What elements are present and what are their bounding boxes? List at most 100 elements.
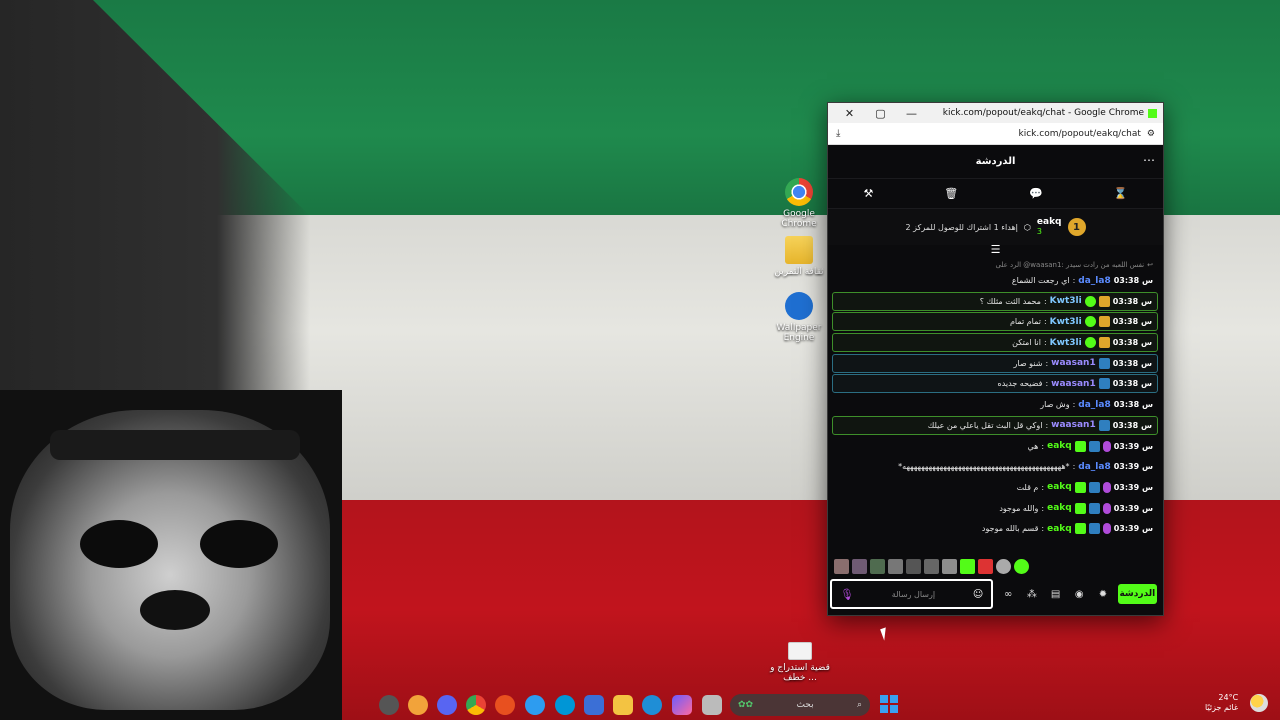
folder-icon <box>785 236 813 264</box>
file-explorer-icon[interactable] <box>613 695 633 715</box>
message-text: م قلت <box>1016 482 1039 492</box>
message-username[interactable]: waasan1 <box>1051 379 1096 389</box>
separator: : <box>1045 420 1049 430</box>
chat-message[interactable]: اوكي قل البث تقل ياعلي من عيلك: waasan1 س … <box>832 415 1158 435</box>
hp-icon[interactable] <box>555 695 575 715</box>
emote[interactable] <box>852 559 867 574</box>
chat-message[interactable]: *ههههههههههههههههههههههههههههههههههههههه… <box>832 457 1158 476</box>
moderator-badge-icon <box>1088 523 1100 535</box>
close-button[interactable]: ✕ <box>834 107 865 120</box>
chat-message[interactable]: شنو صار: waasan1 س 03:38 <box>832 353 1158 373</box>
copilot-icon[interactable] <box>672 695 692 715</box>
taskbar-app-icon[interactable] <box>379 695 399 715</box>
filter-icon[interactable]: ☰ <box>828 244 1163 257</box>
site-settings-icon[interactable]: ⚙ <box>1147 129 1155 139</box>
chat-message[interactable]: محمد الثت مثلك ؟: Kwt3li س 03:38 <box>832 291 1158 311</box>
chat-message[interactable]: وش صار: da_la8 س 03:38 <box>832 395 1158 414</box>
message-username[interactable]: Kwt3li <box>1050 296 1082 306</box>
emote[interactable] <box>888 559 903 574</box>
emote[interactable] <box>960 559 975 574</box>
message-text: تمام تمام <box>1009 317 1041 327</box>
taskbar-app-icon[interactable] <box>408 695 428 715</box>
store-icon[interactable] <box>584 695 604 715</box>
weather-icon <box>1250 694 1268 712</box>
desktop-icon-wallpaper-engine[interactable]: Wallpaper Engine <box>771 292 827 343</box>
emoji-icon[interactable]: ☺ <box>973 589 983 600</box>
message-text: اوكي قل البث تقل ياعلي من عيلك <box>927 420 1043 430</box>
message-username[interactable]: waasan1 <box>1051 420 1096 430</box>
windows-start-icon[interactable] <box>880 695 898 713</box>
chat-message[interactable]: اي رجعت الشماع: da_la8 س 03:38 <box>832 271 1158 290</box>
edge-icon[interactable] <box>642 695 662 715</box>
verified-badge-icon <box>1084 316 1096 328</box>
leaderboard-banner[interactable]: إهداء 1 اشتراك للوصول للمركز 2 ⬡ eakq 3 … <box>828 209 1163 245</box>
moderator-badge-icon <box>1088 481 1100 493</box>
chat-input-placeholder: إرسال رسالة <box>891 589 936 599</box>
message-text: هي <box>1027 441 1039 451</box>
message-username[interactable]: eakq <box>1047 482 1072 492</box>
moderator-badge-icon <box>1098 357 1110 369</box>
chrome-popup-window: ✕ ▢ — kick.com/popout/eakq/chat - Google… <box>827 102 1164 616</box>
message-username[interactable]: da_la8 <box>1078 276 1110 286</box>
emote[interactable] <box>870 559 885 574</box>
desktop-icon-document[interactable]: قضية استدراج و خطف ... <box>770 642 830 683</box>
message-username[interactable]: da_la8 <box>1078 462 1110 472</box>
trash-icon[interactable]: 🗑 <box>944 187 958 200</box>
moderator-badge-icon <box>1098 419 1110 431</box>
desktop-icon-chrome[interactable]: Google Chrome <box>771 178 827 229</box>
goal-text: إهداء 1 اشتراك للوصول للمركز 2 <box>905 222 1018 232</box>
microphone-icon[interactable]: 🎙 <box>840 588 854 601</box>
emote[interactable] <box>978 559 993 574</box>
url-text[interactable]: kick.com/popout/eakq/chat <box>1019 129 1141 139</box>
message-username[interactable]: eakq <box>1047 503 1072 513</box>
message-username[interactable]: eakq <box>1047 441 1072 451</box>
chat-message[interactable]: هي: eakq س 03:39 <box>832 437 1158 456</box>
emote[interactable] <box>942 559 957 574</box>
taskbar-search[interactable]: ✿✿ بحث ⌕ <box>730 694 870 716</box>
subscriber-badge-icon <box>1074 502 1086 514</box>
taskbar-app-icon[interactable] <box>495 695 515 715</box>
chat-message[interactable]: فضيحه جديده: waasan1 س 03:38 <box>832 374 1158 394</box>
chrome-icon[interactable] <box>466 695 486 715</box>
message-username[interactable]: Kwt3li <box>1050 317 1082 327</box>
chat-bubble-icon[interactable]: ◉ <box>1070 589 1088 600</box>
message-username[interactable]: eakq <box>1047 524 1072 534</box>
verified-badge-icon <box>1084 337 1096 349</box>
chat-message[interactable]: م قلت: eakq س 03:39 <box>832 478 1158 497</box>
chat-message[interactable]: انا امتكن: Kwt3li س 03:38 <box>832 333 1158 353</box>
chat-message[interactable]: قسم بالله موجود: eakq س 03:39 <box>832 519 1158 538</box>
chat-message[interactable]: تمام تمام: Kwt3li س 03:38 <box>832 312 1158 332</box>
send-chat-button[interactable]: الدردشة <box>1117 584 1157 604</box>
infinity-icon[interactable]: ∞ <box>999 589 1017 600</box>
gift-icon[interactable]: ▤ <box>1047 589 1065 600</box>
emote[interactable] <box>834 559 849 574</box>
chat-message[interactable]: والله موجود: eakq س 03:39 <box>832 499 1158 518</box>
taskbar-app-icon[interactable] <box>702 695 722 715</box>
taskbar-app-icon[interactable] <box>525 695 545 715</box>
emote[interactable] <box>906 559 921 574</box>
message-time: س 03:39 <box>1113 462 1153 472</box>
download-icon[interactable]: ⤓ <box>836 128 840 139</box>
settings-icon[interactable]: ✹ <box>1094 589 1112 600</box>
discord-icon[interactable] <box>437 695 457 715</box>
chat-bubble-icon[interactable]: 💬 <box>1029 187 1043 200</box>
hourglass-icon[interactable]: ⌛ <box>1114 187 1128 200</box>
weather-widget[interactable]: 24°C غائم جزئيًا <box>1205 693 1238 713</box>
more-options-icon[interactable]: ⋯ <box>1143 153 1155 167</box>
maximize-button[interactable]: ▢ <box>865 107 896 120</box>
emote[interactable] <box>1014 559 1029 574</box>
desktop-icon-folder[interactable]: ثقافة التمرين <box>771 236 827 277</box>
emote-bar <box>834 559 1029 575</box>
share-icon[interactable]: ⁂ <box>1023 589 1041 600</box>
message-username[interactable]: Kwt3li <box>1050 338 1082 348</box>
minimize-button[interactable]: — <box>896 107 927 120</box>
hammer-icon[interactable]: ⚒ <box>863 187 873 200</box>
separator: : <box>1041 524 1045 534</box>
message-username[interactable]: waasan1 <box>1051 358 1096 368</box>
emote[interactable] <box>924 559 939 574</box>
message-time: س 03:39 <box>1113 482 1153 492</box>
emote[interactable] <box>996 559 1011 574</box>
message-text: فضيحه جديده <box>997 379 1043 389</box>
chat-input[interactable]: 🎙 إرسال رسالة ☺ <box>830 579 994 609</box>
message-username[interactable]: da_la8 <box>1078 400 1110 410</box>
